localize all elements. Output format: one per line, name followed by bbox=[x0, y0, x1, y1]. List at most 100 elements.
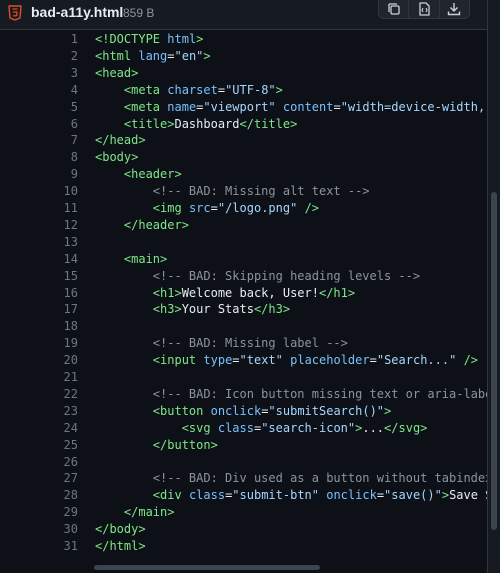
line-number[interactable]: 30 bbox=[0, 521, 78, 538]
code-token: <body> bbox=[95, 150, 139, 165]
code-token: </main> bbox=[123, 505, 175, 520]
code-token: <title> bbox=[123, 116, 175, 131]
line-number[interactable]: 3 bbox=[0, 65, 78, 82]
code-token: > bbox=[275, 82, 283, 97]
code-token: <head> bbox=[95, 65, 139, 80]
code-token: lang bbox=[138, 48, 168, 63]
code-token: <!-- BAD: Missing label --> bbox=[152, 336, 348, 351]
code-token: type bbox=[203, 353, 233, 368]
code-token: > bbox=[384, 403, 392, 418]
code-text: <title>Dashboard</title> bbox=[95, 116, 297, 133]
code-token: > bbox=[441, 488, 450, 503]
code-text: <button onclick="submitSearch()"> bbox=[95, 403, 391, 420]
horizontal-scroll-thumb[interactable] bbox=[94, 565, 320, 570]
code-line: 26 bbox=[0, 454, 487, 471]
code-text: <meta charset="UTF-8"> bbox=[95, 82, 283, 99]
code-token: Welcome back, User! bbox=[181, 285, 319, 300]
line-number[interactable]: 27 bbox=[0, 470, 78, 487]
line-number[interactable]: 16 bbox=[0, 285, 78, 302]
code-text: <main> bbox=[95, 251, 167, 268]
vertical-scroll-thumb[interactable] bbox=[491, 192, 497, 530]
code-line: 1 <!DOCTYPE html> bbox=[0, 31, 487, 48]
line-number[interactable]: 9 bbox=[0, 166, 78, 183]
code-token: <meta bbox=[123, 82, 161, 97]
code-token: = bbox=[167, 48, 175, 63]
code-token: </head> bbox=[95, 133, 146, 148]
line-number[interactable]: 31 bbox=[0, 538, 78, 555]
line-number[interactable]: 13 bbox=[0, 234, 78, 251]
line-number[interactable]: 6 bbox=[0, 116, 78, 133]
code-line: 30 </body> bbox=[0, 521, 487, 538]
code-token: <img bbox=[152, 201, 182, 215]
line-number[interactable]: 14 bbox=[0, 251, 78, 268]
horizontal-scrollbar[interactable] bbox=[0, 563, 487, 573]
line-number[interactable]: 29 bbox=[0, 504, 78, 521]
raw-button[interactable] bbox=[409, 0, 440, 18]
code-token: "submit-btn" bbox=[232, 488, 319, 503]
line-number[interactable]: 8 bbox=[0, 149, 78, 166]
code-text: <svg class="search-icon">...</svg> bbox=[95, 420, 428, 437]
line-number[interactable]: 7 bbox=[0, 132, 78, 149]
code-token: "viewport" bbox=[203, 99, 276, 114]
code-token: html bbox=[167, 32, 197, 46]
code-line: 10 <!-- BAD: Missing alt text --> bbox=[0, 183, 487, 200]
line-number[interactable]: 21 bbox=[0, 369, 78, 386]
code-line: 9 <header> bbox=[0, 166, 487, 183]
line-number[interactable]: 25 bbox=[0, 437, 78, 454]
code-token: = bbox=[333, 99, 341, 114]
line-number[interactable]: 15 bbox=[0, 268, 78, 285]
line-number[interactable]: 11 bbox=[0, 200, 78, 217]
line-number[interactable]: 1 bbox=[0, 31, 78, 48]
code-token: Save Se bbox=[449, 488, 487, 503]
line-number[interactable]: 20 bbox=[0, 352, 78, 369]
code-token: class bbox=[188, 488, 226, 503]
code-text: </header> bbox=[95, 217, 189, 234]
line-number[interactable]: 24 bbox=[0, 420, 78, 437]
code-line: 23 <button onclick="submitSearch()"> bbox=[0, 403, 487, 420]
copy-icon bbox=[388, 2, 400, 15]
code-token: <svg bbox=[181, 420, 211, 435]
download-button[interactable] bbox=[440, 0, 469, 18]
code-view[interactable]: 1 <!DOCTYPE html> 2 <html lang="en"> 3 <head>… bbox=[0, 31, 487, 565]
code-line: 29 </main> bbox=[0, 504, 487, 521]
code-token: "width=device-width, i bbox=[340, 99, 487, 114]
code-token: = bbox=[376, 488, 385, 503]
code-line: 4 <meta charset="UTF-8"> bbox=[0, 82, 487, 99]
code-token: onclick bbox=[326, 488, 377, 503]
line-number[interactable]: 22 bbox=[0, 386, 78, 403]
line-number[interactable]: 23 bbox=[0, 403, 78, 420]
line-number[interactable]: 17 bbox=[0, 301, 78, 318]
line-number[interactable]: 10 bbox=[0, 183, 78, 200]
code-token: </body> bbox=[95, 522, 146, 537]
code-token: </html> bbox=[95, 539, 146, 553]
code-text: <!-- BAD: Missing alt text --> bbox=[95, 183, 370, 200]
code-token: = bbox=[210, 201, 218, 215]
code-token: <html bbox=[95, 48, 132, 63]
code-token: > bbox=[203, 48, 211, 63]
line-number[interactable]: 5 bbox=[0, 99, 78, 116]
code-token: </h1> bbox=[318, 285, 356, 300]
code-token: "UTF-8" bbox=[225, 82, 276, 97]
code-token: "en" bbox=[174, 48, 204, 63]
vertical-scrollbar[interactable] bbox=[487, 0, 500, 573]
line-number[interactable]: 2 bbox=[0, 48, 78, 65]
code-text: </body> bbox=[95, 521, 146, 538]
code-text: <!DOCTYPE html> bbox=[95, 31, 203, 48]
copy-button[interactable] bbox=[379, 0, 410, 18]
line-number[interactable]: 4 bbox=[0, 82, 78, 99]
code-token: = bbox=[217, 82, 226, 97]
code-text: <img src="/logo.png" /> bbox=[95, 200, 319, 217]
line-number[interactable]: 19 bbox=[0, 335, 78, 352]
file-name[interactable]: bad-a11y.html bbox=[31, 4, 123, 20]
code-token: "submitSearch()" bbox=[268, 403, 385, 418]
code-text: </button> bbox=[95, 437, 218, 454]
code-token: Dashboard bbox=[174, 116, 240, 131]
line-number[interactable]: 12 bbox=[0, 217, 78, 234]
code-token: </title> bbox=[239, 116, 298, 131]
line-number[interactable]: 26 bbox=[0, 454, 78, 471]
line-number[interactable]: 18 bbox=[0, 318, 78, 335]
code-token: </header> bbox=[123, 217, 189, 232]
line-number[interactable]: 28 bbox=[0, 487, 78, 504]
